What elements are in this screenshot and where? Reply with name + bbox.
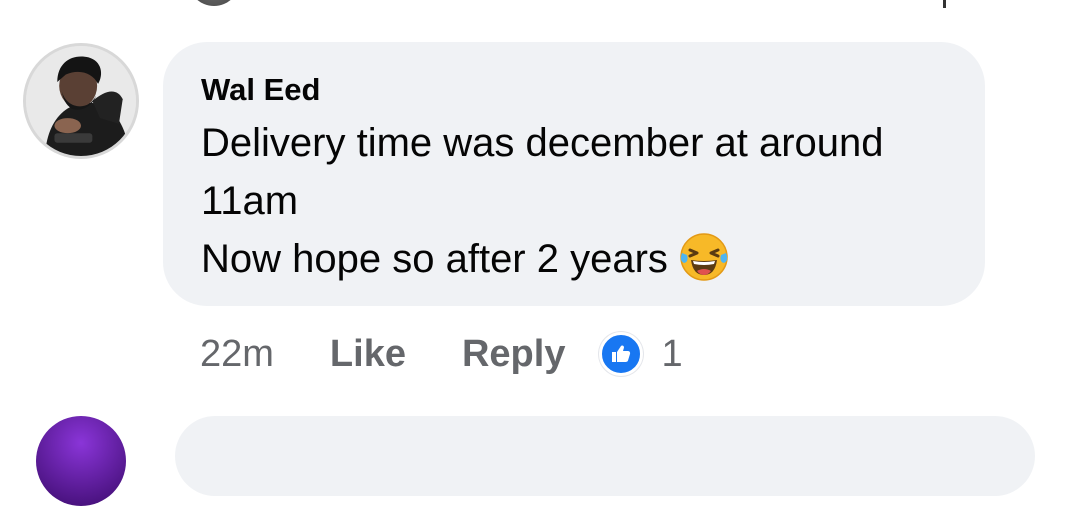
comment-line-text: Now hope so after 2 years — [201, 237, 668, 281]
next-comment-bubble — [175, 416, 1035, 496]
thumbs-up-icon — [599, 332, 644, 376]
comment-actions: 22m Like Reply 1 — [200, 330, 683, 378]
comment-text: Delivery time was december at around 11a… — [201, 114, 971, 288]
comment-line: Delivery time was december at around — [201, 121, 884, 165]
comment-line-with-emoji: Now hope so after 2 years — [201, 230, 971, 288]
comment-bubble: Wal Eed Delivery time was december at ar… — [163, 42, 985, 306]
reply-button[interactable]: Reply — [462, 333, 565, 376]
previous-comment-avatar[interactable] — [188, 0, 240, 6]
reaction-summary[interactable]: 1 — [599, 332, 683, 376]
comment-line: 11am — [201, 179, 299, 223]
previous-comment-fragment — [943, 0, 946, 8]
like-button[interactable]: Like — [330, 333, 406, 376]
next-comment-avatar[interactable] — [36, 416, 126, 506]
timestamp[interactable]: 22m — [200, 333, 274, 376]
avatar[interactable] — [23, 43, 139, 159]
laughing-tears-emoji-icon — [678, 231, 730, 283]
reaction-count: 1 — [661, 332, 683, 375]
comment-author[interactable]: Wal Eed — [201, 72, 320, 108]
avatar-photo — [26, 46, 136, 156]
